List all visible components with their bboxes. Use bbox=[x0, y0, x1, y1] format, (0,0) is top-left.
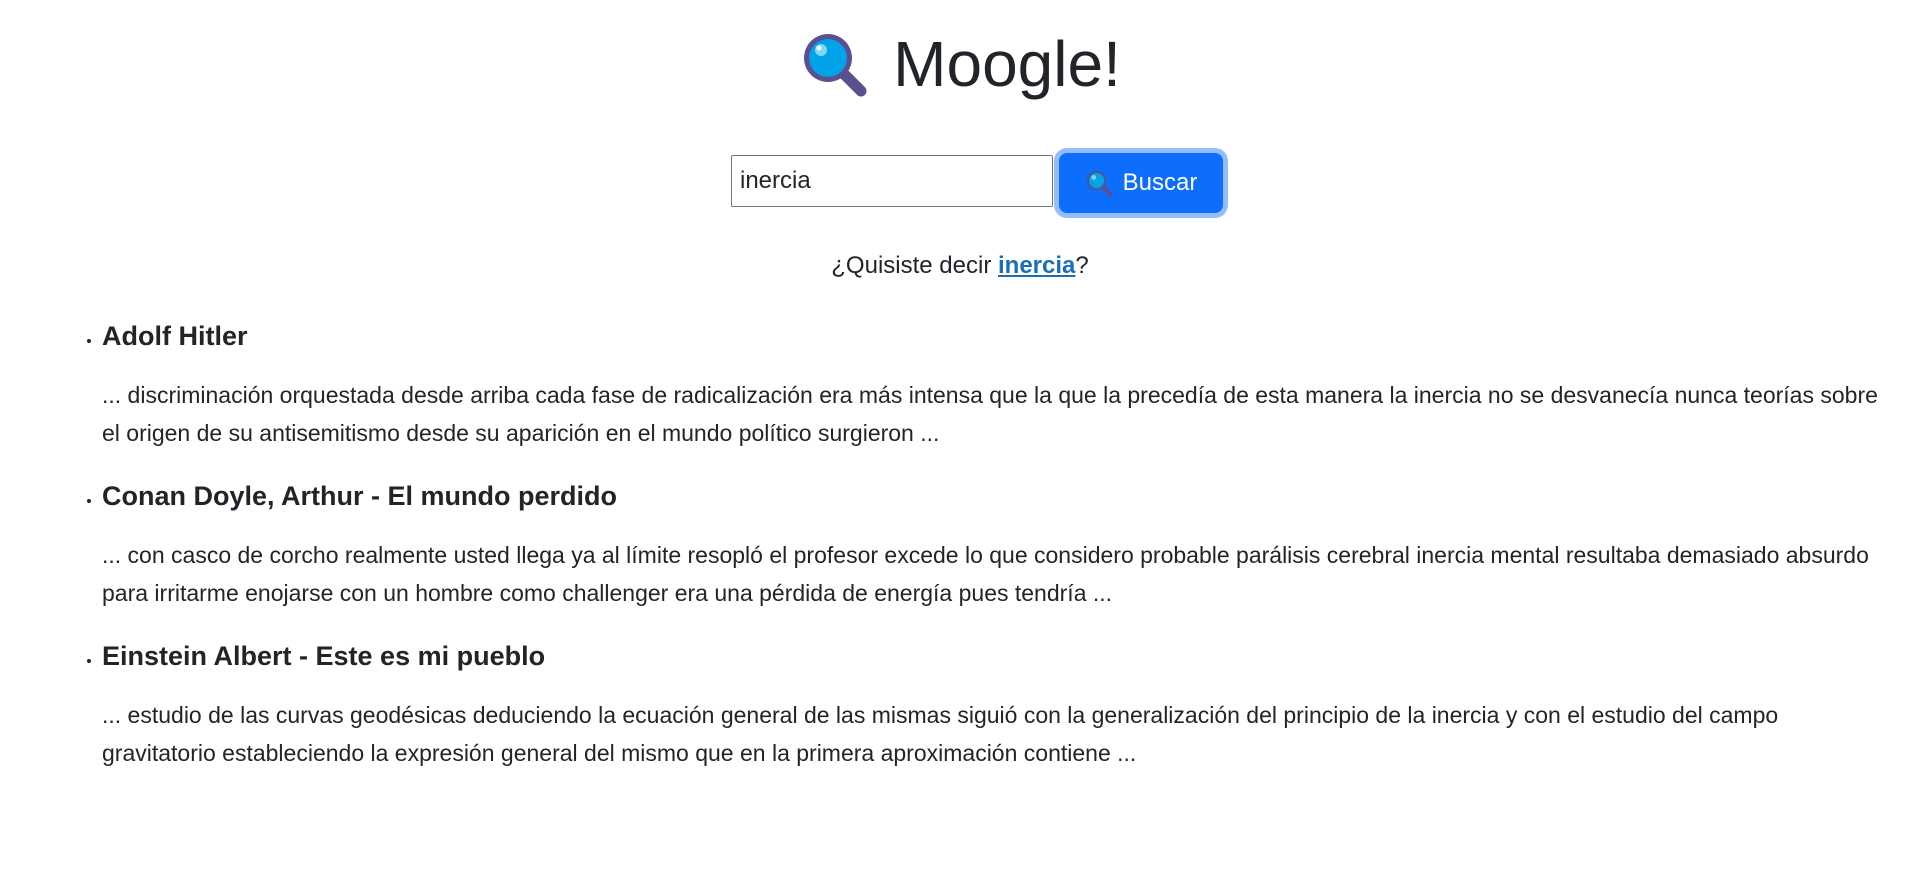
search-input[interactable] bbox=[731, 155, 1053, 207]
suggestion-link[interactable]: inercia bbox=[998, 252, 1075, 279]
result-snippet: ... estudio de las curvas geodésicas ded… bbox=[102, 702, 1779, 766]
result-item: Conan Doyle, Arthur - El mundo perdido .… bbox=[102, 468, 1920, 612]
did-you-mean: ¿Quisiste decir inercia? bbox=[0, 252, 1920, 280]
result-item: Adolf Hitler ... discriminación orquesta… bbox=[102, 308, 1920, 452]
page-title: Moogle! bbox=[893, 28, 1121, 100]
search-button[interactable]: Buscar bbox=[1059, 153, 1223, 213]
page: Moogle! Buscar ¿Quisiste decir inercia? … bbox=[0, 0, 1920, 881]
result-title: Einstein Albert - Este es mi pueblo bbox=[102, 641, 546, 671]
suggestion-prefix: ¿Quisiste decir bbox=[831, 252, 998, 279]
result-snippet: ... discriminación orquestada desde arri… bbox=[102, 382, 1878, 446]
suggestion-suffix: ? bbox=[1075, 252, 1089, 279]
result-snippet: ... con casco de corcho realmente usted … bbox=[102, 542, 1869, 606]
result-title: Conan Doyle, Arthur - El mundo perdido bbox=[102, 481, 617, 511]
search-bar: Buscar bbox=[0, 151, 1920, 213]
magnifying-glass-icon bbox=[804, 34, 867, 97]
results-list: Adolf Hitler ... discriminación orquesta… bbox=[0, 308, 1920, 788]
header: Moogle! bbox=[0, 24, 1920, 104]
result-title: Adolf Hitler bbox=[102, 321, 248, 351]
magnifying-glass-icon bbox=[1086, 171, 1112, 196]
search-button-label: Buscar bbox=[1122, 169, 1198, 196]
result-item: Einstein Albert - Este es mi pueblo ... … bbox=[102, 628, 1920, 772]
